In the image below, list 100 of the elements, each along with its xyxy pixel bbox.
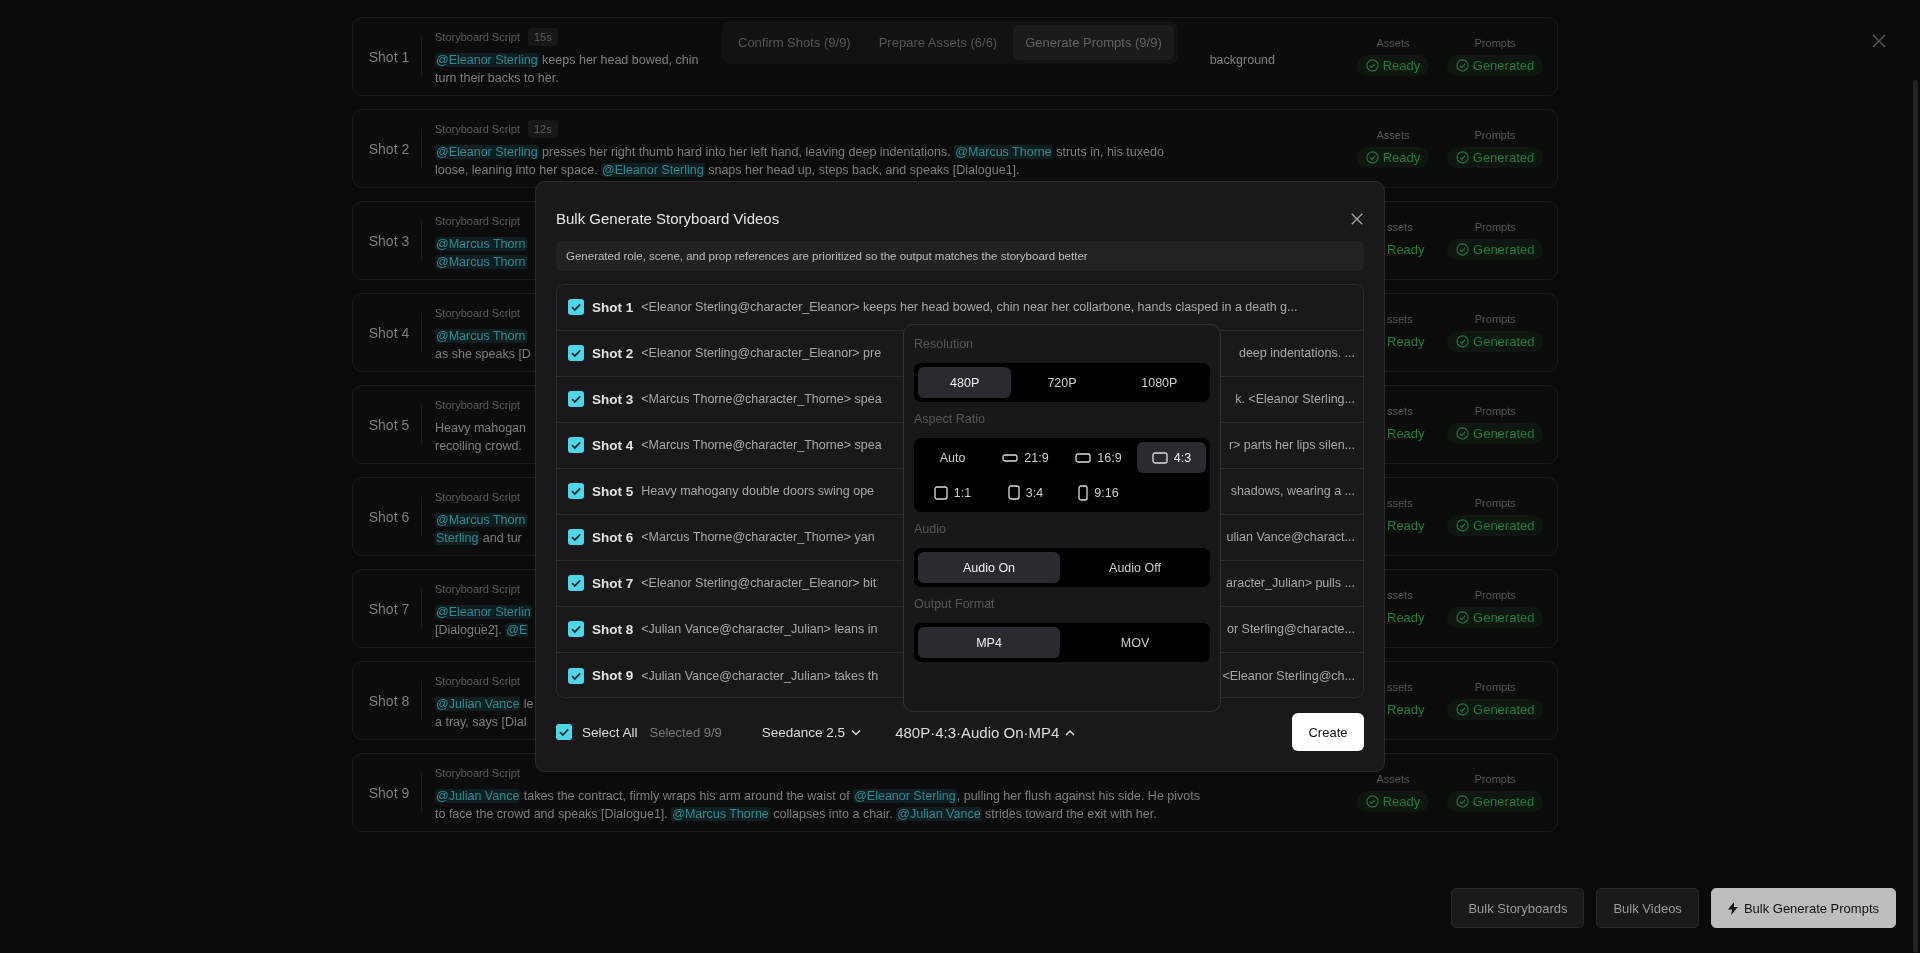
option-button[interactable]: Audio On bbox=[918, 552, 1060, 583]
mention-tag[interactable]: @Eleanor Sterling bbox=[435, 52, 539, 67]
shot-checkbox[interactable] bbox=[568, 391, 584, 408]
status-badge: Generated bbox=[1447, 331, 1544, 352]
script-label: Storyboard Script bbox=[435, 490, 520, 503]
check-circle-icon bbox=[1455, 795, 1469, 808]
check-circle-icon bbox=[1456, 243, 1470, 256]
script-text: snaps her head up, steps back, and speaks [Dialogue1]. bbox=[707, 162, 1020, 177]
mention-tag[interactable]: @Eleanor Sterling bbox=[853, 788, 957, 803]
option-button[interactable]: 9:16 bbox=[1064, 477, 1133, 508]
mention-tag[interactable]: @Marcus Thorn bbox=[435, 512, 527, 527]
shot-checkbox[interactable] bbox=[568, 667, 584, 684]
script-text: and tur bbox=[481, 530, 522, 545]
shot-label: Shot 5 bbox=[367, 416, 411, 433]
ratio-frame-icon bbox=[1151, 451, 1168, 464]
shot-label: Shot 9 bbox=[592, 668, 634, 684]
status-value: Ready bbox=[1387, 609, 1426, 627]
script-text: recoiling crowd. bbox=[435, 438, 522, 453]
status-badge: Generated bbox=[1447, 607, 1544, 628]
prompt-text: <Marcus Thorne@character_Thorne> yan bbox=[641, 530, 875, 545]
create-button[interactable]: Create bbox=[1292, 713, 1364, 752]
action-button[interactable]: Bulk Videos bbox=[1596, 888, 1699, 928]
section-title: Resolution bbox=[914, 337, 975, 353]
status-label: ssets bbox=[1387, 221, 1413, 233]
duration-tag: 12s bbox=[528, 119, 558, 138]
shot-label: Shot 6 bbox=[367, 508, 411, 525]
select-all-checkbox[interactable] bbox=[556, 724, 572, 741]
status-value: Ready bbox=[1387, 701, 1426, 719]
prompt-text: <Eleanor Sterling@character_Eleanor> bit bbox=[641, 576, 877, 591]
mention-tag[interactable]: @Julian Vance bbox=[435, 788, 521, 803]
status-label: Prompts bbox=[1474, 405, 1516, 417]
mention-tag[interactable]: @Marcus Thorne bbox=[954, 144, 1053, 159]
mention-tag[interactable]: @Marcus Thorne bbox=[671, 806, 770, 821]
status-label: Prompts bbox=[1474, 497, 1516, 509]
settings-dropdown[interactable]: 480P·4:3·Audio On·MP4 bbox=[895, 723, 1076, 741]
option-button[interactable]: 16:9 bbox=[1064, 442, 1133, 473]
check-circle-icon bbox=[1365, 795, 1379, 808]
prompt-text: <Eleanor Sterling@character_Eleanor> keeps her head bowed, chin near her collarbone, hands clasped in a death g... bbox=[641, 300, 1298, 315]
mention-tag[interactable]: @Julian Vance bbox=[435, 696, 521, 711]
shot-checkbox[interactable] bbox=[568, 483, 584, 500]
shot-checkbox[interactable] bbox=[568, 575, 584, 592]
mention-tag[interactable]: Sterling bbox=[435, 530, 480, 545]
prompt-text: r> parts her lips silen... bbox=[1228, 438, 1355, 453]
shot-checkbox[interactable] bbox=[568, 437, 584, 454]
status-label: Prompts bbox=[1474, 129, 1516, 141]
shot-checkbox[interactable] bbox=[568, 299, 584, 316]
option-button[interactable]: Auto bbox=[918, 442, 987, 473]
scrollbar[interactable] bbox=[1913, 80, 1918, 953]
select-all-label[interactable]: Select All bbox=[582, 724, 638, 740]
ratio-frame-icon bbox=[933, 485, 948, 500]
script-text: , pulling her flush against his side. He pivots bbox=[956, 788, 1200, 803]
shot-label: Shot 4 bbox=[592, 437, 634, 453]
status-badge: Generated bbox=[1447, 515, 1544, 536]
shot-checkbox[interactable] bbox=[568, 529, 584, 546]
model-dropdown[interactable]: Seedance 2.5 bbox=[761, 724, 862, 740]
prompt-text: <Julian Vance@character_Julian> leans in bbox=[641, 622, 878, 637]
script-text: struts in, his tuxedo bbox=[1055, 144, 1164, 159]
option-button[interactable]: 4:3 bbox=[1137, 442, 1206, 473]
action-button[interactable]: Bulk Generate Prompts bbox=[1710, 888, 1896, 928]
mention-tag[interactable]: @Julian Vance bbox=[896, 806, 982, 821]
script-text: Heavy mahogan bbox=[435, 420, 527, 435]
mention-tag[interactable]: @Marcus Thorn bbox=[435, 254, 527, 269]
script-label: Storyboard Script bbox=[435, 122, 520, 135]
script-text: as she speaks [D bbox=[435, 346, 531, 361]
option-button[interactable]: 720P bbox=[1015, 367, 1109, 398]
script-label: Storyboard Script bbox=[435, 766, 520, 779]
script-text: background bbox=[1209, 52, 1275, 67]
script-text: [Dialogue2]. bbox=[435, 622, 503, 637]
status-label: ssets bbox=[1387, 497, 1413, 509]
shot-label: Shot 7 bbox=[367, 600, 411, 617]
duration-tag: 15s bbox=[528, 27, 558, 46]
close-icon[interactable] bbox=[1350, 211, 1364, 226]
action-button[interactable]: Bulk Storyboards bbox=[1451, 888, 1585, 928]
mention-tag[interactable]: @Marcus Thorn bbox=[435, 328, 527, 343]
option-button[interactable]: 3:4 bbox=[991, 477, 1060, 508]
check-circle-icon bbox=[1456, 519, 1470, 532]
mention-tag[interactable]: @Eleanor Sterling bbox=[435, 144, 539, 159]
mention-tag[interactable]: @Marcus Thorn bbox=[435, 236, 527, 251]
option-button[interactable]: Audio Off bbox=[1064, 552, 1206, 583]
status-badge: Generated bbox=[1446, 55, 1544, 76]
mention-tag[interactable]: @Eleanor Sterlin bbox=[435, 604, 532, 619]
prompt-text: <Julian Vance@character_Julian> takes th bbox=[641, 668, 879, 683]
option-button[interactable]: 21:9 bbox=[991, 442, 1060, 473]
mention-tag[interactable]: @E bbox=[505, 622, 529, 637]
script-text: a tray, says [Dial bbox=[435, 714, 527, 729]
shot-label: Shot 7 bbox=[592, 575, 634, 591]
option-button[interactable]: 480P bbox=[918, 367, 1012, 398]
shot-label: Shot 8 bbox=[367, 692, 411, 709]
prompt-text: ulian Vance@charact... bbox=[1226, 530, 1355, 545]
shot-label: Shot 1 bbox=[592, 299, 634, 315]
shot-label: Shot 1 bbox=[367, 48, 411, 65]
option-button[interactable]: 1:1 bbox=[918, 477, 987, 508]
shot-checkbox[interactable] bbox=[568, 345, 584, 362]
shot-checkbox[interactable] bbox=[568, 621, 584, 638]
mention-tag[interactable]: @Eleanor Sterling bbox=[601, 162, 705, 177]
shot-label: Shot 8 bbox=[592, 621, 634, 637]
option-button[interactable]: MP4 bbox=[918, 627, 1060, 658]
status-label: ssets bbox=[1387, 405, 1413, 417]
option-button[interactable]: 1080P bbox=[1112, 367, 1206, 398]
option-button[interactable]: MOV bbox=[1064, 627, 1206, 658]
